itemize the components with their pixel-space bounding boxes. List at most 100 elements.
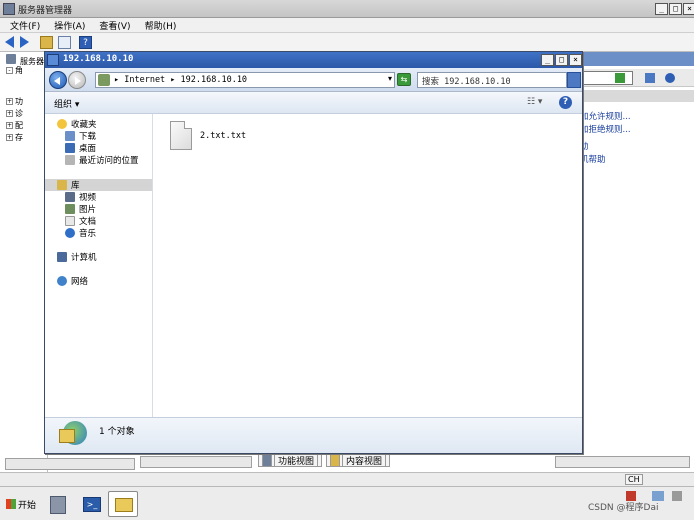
actions-search-box[interactable] (583, 71, 633, 85)
start-button[interactable]: 开始 (2, 493, 40, 515)
navigation-pane: 收藏夹 下载 桌面 最近访问的位置 库 视频 图片 文档 音乐 计算机 网络 (45, 114, 153, 417)
computer-icon (57, 252, 67, 262)
watermark: CSDN @程序Dai (588, 503, 659, 513)
tree-scrollbar[interactable] (5, 458, 135, 470)
nav-favorites[interactable]: 收藏夹 (57, 118, 164, 130)
star-icon (57, 119, 67, 129)
window-buttons: _ □ × (655, 3, 694, 15)
windows-logo-icon (6, 499, 16, 509)
nav-library[interactable]: 库 (45, 179, 152, 191)
server-manager-statusbar: CH (0, 472, 694, 486)
server-manager-task-icon (50, 496, 66, 514)
back-button[interactable] (49, 71, 67, 89)
server-manager-icon (3, 3, 15, 15)
explorer-window: 192.168.10.10 _ □ × ▸ Internet ▸ 192.168… (44, 51, 583, 454)
explorer-maximize-button[interactable]: □ (555, 54, 568, 66)
network-share-icon (47, 54, 59, 66)
recent-places-icon (65, 155, 75, 165)
forward-arrow-icon[interactable] (20, 36, 33, 49)
desktop-icon (65, 143, 75, 153)
tab-function-view[interactable]: 功能视图 (258, 454, 323, 467)
network-share-large-icon (59, 421, 87, 445)
action-add-allow-rule[interactable]: 加允许规则... (580, 110, 631, 122)
network-globe-icon (57, 276, 67, 286)
download-icon (65, 131, 75, 141)
back-arrow-icon[interactable] (5, 36, 18, 49)
explorer-minimize-button[interactable]: _ (541, 54, 554, 66)
search-input[interactable]: 搜索 192.168.10.10 (417, 72, 567, 88)
explorer-help-icon[interactable]: ? (559, 96, 572, 109)
nav-computer[interactable]: 计算机 (57, 251, 164, 263)
file-name: 2.txt.txt (200, 131, 247, 141)
go-icon[interactable] (615, 73, 625, 83)
menu-help[interactable]: 帮助(H) (145, 19, 177, 32)
organize-button[interactable]: 组织 ▾ (54, 97, 79, 110)
server-manager-titlebar: 服务器管理器 _ □ × (0, 0, 694, 18)
view-tabs: 功能视图 内容视图 (258, 454, 391, 467)
language-indicator[interactable]: CH (625, 474, 643, 485)
tray-volume-icon[interactable] (672, 491, 682, 501)
content-view-icon (330, 454, 341, 467)
explorer-title: 192.168.10.10 (63, 54, 134, 64)
action-help[interactable]: 机帮助 (580, 153, 606, 165)
address-toolbar: ▸ Internet ▸ 192.168.10.10 ▾ ⇆ 搜索 192.16… (45, 68, 582, 92)
library-icon (57, 180, 67, 190)
forward-button[interactable] (68, 71, 86, 89)
tree-node-storage[interactable]: + 存 (6, 132, 23, 143)
server-manager-title: 服务器管理器 (18, 6, 73, 16)
explorer-window-buttons: _ □ × (541, 54, 582, 66)
address-text: ▸ Internet ▸ 192.168.10.10 (114, 75, 248, 85)
taskbar-powershell[interactable]: >_ (76, 491, 106, 517)
help-icon-small[interactable] (665, 73, 675, 83)
text-file-icon (170, 121, 192, 150)
tree-pane: 服务器 -角 + 功 + 诊 + 配 + 存 (4, 52, 48, 472)
tree-node-configuration[interactable]: + 配 (6, 120, 23, 131)
explorer-titlebar: 192.168.10.10 _ □ × (45, 52, 582, 68)
help-icon[interactable]: ? (79, 36, 92, 49)
nav-network[interactable]: 网络 (57, 275, 164, 287)
menu-file[interactable]: 文件(F) (10, 19, 40, 32)
documents-icon (65, 216, 75, 226)
menu-bar: 文件(F) 操作(A) 查看(V) 帮助(H) (0, 18, 694, 33)
up-folder-icon[interactable] (40, 36, 53, 49)
forward-arrow-icon-2 (75, 77, 81, 85)
action-add-deny-rule[interactable]: 加拒绝规则... (580, 123, 631, 135)
item-count: 1 个对象 (99, 427, 135, 437)
explorer-close-button[interactable]: × (569, 54, 582, 66)
menu-action[interactable]: 操作(A) (54, 19, 85, 32)
back-arrow-icon-2 (54, 77, 60, 85)
music-icon (65, 228, 75, 238)
video-icon (65, 192, 75, 202)
function-view-icon (262, 454, 272, 467)
tree-node-features[interactable]: + 功 (6, 96, 23, 107)
content-scrollbar[interactable] (140, 456, 252, 468)
taskbar-server-manager[interactable] (42, 491, 72, 517)
views-button[interactable]: ☷ ▾ (527, 97, 542, 107)
network-icon (98, 74, 110, 86)
server-icon (6, 54, 16, 64)
minimize-button[interactable]: _ (655, 3, 668, 15)
taskbar-explorer[interactable] (108, 491, 138, 517)
properties-icon[interactable] (645, 73, 655, 83)
show-hide-tree-icon[interactable] (58, 36, 71, 49)
close-button[interactable]: × (683, 3, 694, 15)
pictures-icon (65, 204, 75, 214)
chevron-down-icon[interactable]: ▾ (388, 74, 392, 83)
refresh-button[interactable]: ⇆ (397, 73, 411, 86)
tree-node-diagnostics[interactable]: + 诊 (6, 108, 23, 119)
tree-node-roles[interactable]: -角 (6, 65, 23, 76)
details-pane: 1 个对象 (45, 417, 582, 453)
actions-scrollbar[interactable] (555, 456, 690, 468)
address-bar[interactable]: ▸ Internet ▸ 192.168.10.10 ▾ (95, 72, 395, 88)
search-button[interactable] (567, 72, 581, 88)
search-placeholder: 搜索 192.168.10.10 (422, 77, 511, 87)
maximize-button[interactable]: □ (669, 3, 682, 15)
toolbar: ? (0, 33, 694, 52)
file-list: 2.txt.txt (154, 114, 582, 417)
command-bar: 组织 ▾ ☷ ▾ ? (45, 92, 582, 114)
powershell-icon: >_ (83, 497, 101, 512)
menu-view[interactable]: 查看(V) (99, 19, 130, 32)
folder-icon (115, 498, 133, 512)
start-label: 开始 (18, 500, 37, 511)
tab-content-view[interactable]: 内容视图 (326, 454, 391, 467)
